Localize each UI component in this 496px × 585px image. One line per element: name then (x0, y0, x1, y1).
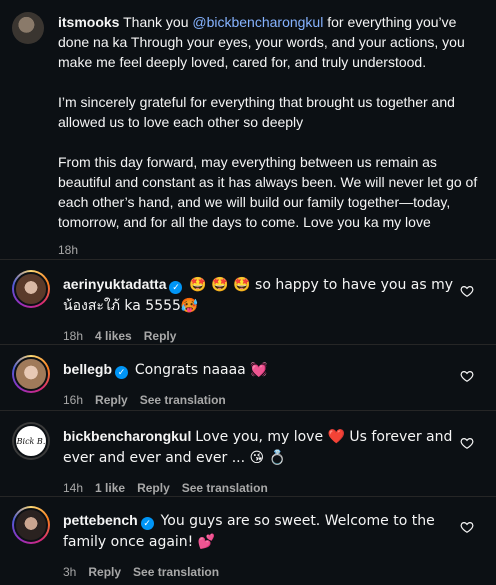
see-translation-button[interactable]: See translation (140, 390, 226, 410)
comment-item: Bick B. bickbencharongkul Love you, my l… (12, 422, 488, 498)
comment-username[interactable]: aerinyuktadatta (63, 276, 166, 292)
post-caption: itsmooks Thank you @bickbencharongkul fo… (12, 12, 488, 260)
caption-body: itsmooks Thank you @bickbencharongkul fo… (58, 12, 488, 260)
divider (0, 496, 496, 497)
avatar-logo-text: Bick B. (16, 436, 46, 446)
caption-timestamp[interactable]: 18h (58, 240, 78, 260)
heart-outline-icon[interactable] (460, 284, 474, 298)
heart-outline-icon[interactable] (460, 436, 474, 450)
caption-username[interactable]: itsmooks (58, 14, 119, 30)
divider (0, 344, 496, 345)
reply-button[interactable]: Reply (88, 562, 121, 582)
comment-username[interactable]: bickbencharongkul (63, 428, 191, 444)
caption-paragraph-1: itsmooks Thank you @bickbencharongkul fo… (58, 12, 488, 72)
caption-text-before-mention: Thank you (119, 14, 193, 30)
caption-paragraph-2: I’m sincerely grateful for everything th… (58, 94, 455, 130)
comment-item: pettebench ✓ You guys are so sweet. Welco… (12, 506, 488, 582)
comment-avatar[interactable]: Bick B. (12, 422, 50, 460)
comment-timestamp[interactable]: 18h (63, 326, 83, 346)
reply-button[interactable]: Reply (95, 390, 128, 410)
comment-avatar[interactable] (12, 355, 50, 393)
comment-item: aerinyuktadatta ✓ 🤩 🤩 🤩 so happy to have … (12, 270, 488, 346)
divider (0, 410, 496, 411)
comment-timestamp[interactable]: 14h (63, 478, 83, 498)
comment-likes-count[interactable]: 4 likes (95, 326, 132, 346)
heart-outline-icon[interactable] (460, 369, 474, 383)
divider (0, 259, 496, 260)
comment-avatar[interactable] (12, 270, 50, 308)
comment-text: Congrats naaaa 💓 (134, 362, 268, 378)
comment-likes-count[interactable]: 1 like (95, 478, 125, 498)
heart-outline-icon[interactable] (460, 520, 474, 534)
verified-badge-icon: ✓ (140, 517, 154, 530)
verified-badge-icon: ✓ (115, 366, 129, 379)
comment-username[interactable]: bellegb (63, 361, 112, 377)
comment-timestamp[interactable]: 16h (63, 390, 83, 410)
verified-badge-icon: ✓ (169, 281, 183, 294)
reply-button[interactable]: Reply (144, 326, 177, 346)
reply-button[interactable]: Reply (137, 478, 170, 498)
comment-timestamp[interactable]: 3h (63, 562, 76, 582)
comment-item: bellegb ✓ Congrats naaaa 💓 16h Reply See … (12, 355, 488, 410)
comment-username[interactable]: pettebench (63, 512, 138, 528)
caption-paragraph-3: From this day forward, may everything be… (58, 154, 478, 230)
see-translation-button[interactable]: See translation (133, 562, 219, 582)
see-translation-button[interactable]: See translation (182, 478, 268, 498)
caption-avatar[interactable] (12, 12, 44, 44)
caption-mention-link[interactable]: @bickbencharongkul (192, 14, 323, 30)
comment-avatar[interactable] (12, 506, 50, 544)
